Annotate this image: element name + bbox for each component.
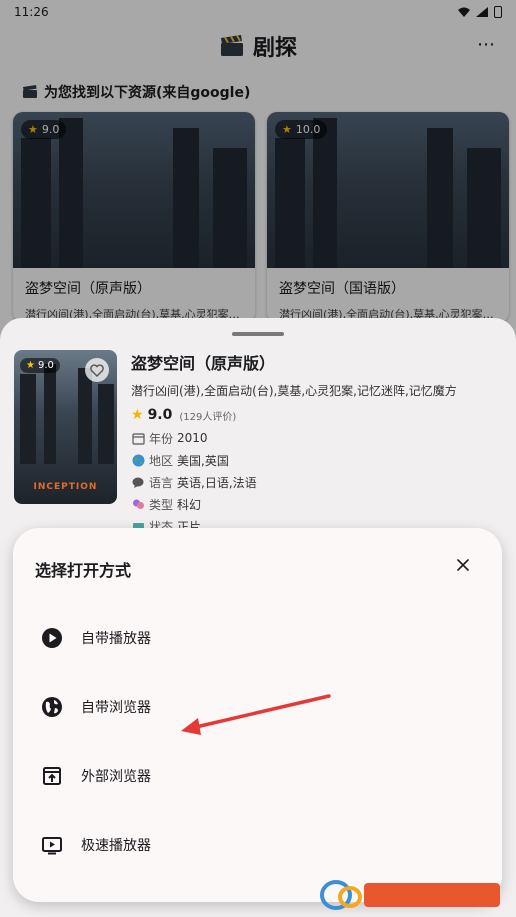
score-value: 9.0 bbox=[147, 407, 173, 423]
option-label: 极速播放器 bbox=[81, 838, 151, 854]
open-external-icon bbox=[41, 765, 63, 787]
movie-title: 盗梦空间（原声版） bbox=[131, 354, 276, 373]
score-count: (129人评价) bbox=[179, 411, 237, 423]
star-icon: ★ bbox=[26, 360, 35, 371]
option-fast-player[interactable]: 极速播放器 bbox=[29, 817, 486, 873]
option-label: 自带浏览器 bbox=[81, 700, 151, 716]
option-builtin-browser[interactable]: 自带浏览器 bbox=[29, 679, 486, 735]
option-label: 自带播放器 bbox=[81, 631, 151, 647]
info-year-label: 年份 bbox=[149, 431, 174, 446]
poster-title-text: INCEPTION bbox=[33, 482, 98, 492]
info-language: 语言 英语,日语,法语 bbox=[131, 475, 501, 490]
info-region-value: 美国,英国 bbox=[177, 453, 229, 468]
favorite-button[interactable] bbox=[85, 358, 109, 382]
movie-alias: 潜行凶间(港),全面启动(台),莫基,心灵犯案,记忆迷阵,记忆魔方 bbox=[131, 384, 457, 398]
info-region: 地区 美国,英国 bbox=[131, 453, 501, 468]
drag-handle[interactable] bbox=[232, 332, 284, 336]
open-with-dialog: 选择打开方式 自带播放器 自带浏览器 外部浏览器 极速播放器 bbox=[13, 528, 502, 902]
poster-rating-value: 9.0 bbox=[37, 360, 54, 371]
tv-play-icon bbox=[41, 834, 63, 856]
info-year-value: 2010 bbox=[177, 431, 208, 445]
star-icon: ★ bbox=[131, 407, 144, 423]
info-genre-value: 科幻 bbox=[177, 497, 202, 512]
info-year: 年份 2010 bbox=[131, 431, 501, 446]
option-label: 外部浏览器 bbox=[81, 769, 151, 785]
info-genre-label: 类型 bbox=[149, 497, 174, 512]
site-watermark-logo bbox=[320, 879, 502, 911]
play-circle-icon bbox=[41, 627, 63, 649]
dialog-title: 选择打开方式 bbox=[35, 561, 132, 580]
close-icon bbox=[457, 559, 469, 571]
heart-icon bbox=[90, 363, 104, 377]
option-external-browser[interactable]: 外部浏览器 bbox=[29, 748, 486, 804]
close-button[interactable] bbox=[454, 556, 472, 574]
info-language-value: 英语,日语,法语 bbox=[177, 475, 257, 490]
movie-detail: 盗梦空间（原声版） 潜行凶间(港),全面启动(台),莫基,心灵犯案,记忆迷阵,记… bbox=[131, 350, 501, 534]
info-region-label: 地区 bbox=[149, 453, 174, 468]
info-genre: 类型 科幻 bbox=[131, 497, 501, 512]
movie-poster: ★ 9.0 INCEPTION bbox=[14, 350, 117, 504]
info-language-label: 语言 bbox=[149, 475, 174, 490]
poster-rating-badge: ★ 9.0 bbox=[20, 358, 60, 373]
score-row: ★ 9.0 (129人评价) bbox=[131, 407, 501, 423]
globe-icon bbox=[41, 696, 63, 718]
theater-masks-icon bbox=[131, 497, 145, 511]
globe-icon bbox=[131, 453, 145, 467]
calendar-icon bbox=[131, 431, 145, 445]
speech-bubble-icon bbox=[131, 475, 145, 489]
option-builtin-player[interactable]: 自带播放器 bbox=[29, 610, 486, 666]
